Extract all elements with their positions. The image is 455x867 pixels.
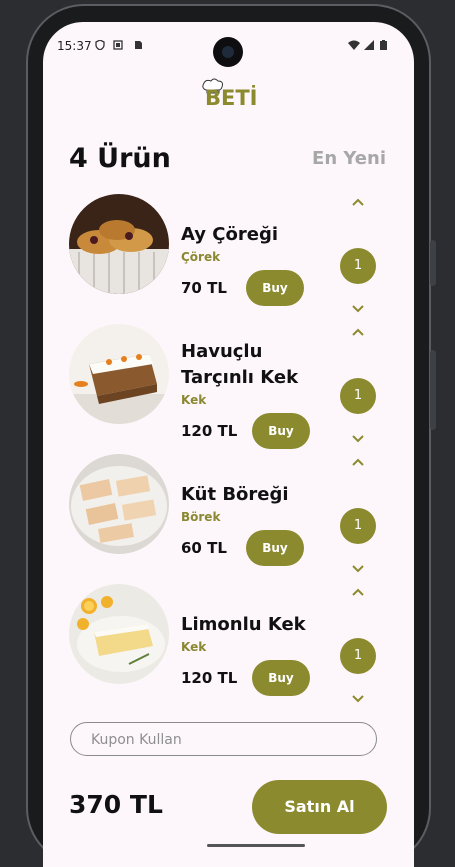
product-item: Limonlu Kek Kek 120 TL Buy 1 [43,584,414,703]
product-price: 70 TL [181,279,227,297]
checkout-button[interactable]: Satın Al [252,780,387,834]
total-price: 370 TL [69,790,163,819]
product-category: Kek [181,393,207,407]
product-price: 60 TL [181,539,227,557]
quantity-badge: 1 [340,638,376,674]
buy-button[interactable]: Buy [246,270,304,306]
product-image [69,194,169,294]
quantity-badge: 1 [340,508,376,544]
buy-button[interactable]: Buy [252,413,310,449]
status-time: 15:37 [57,39,92,53]
product-image [69,584,169,684]
chevron-down-icon[interactable] [351,304,365,314]
product-image [69,454,169,554]
product-name: Havuçlu Tarçınlı Kek [181,341,299,388]
shield-icon [95,40,105,50]
chevron-up-icon[interactable] [351,587,365,597]
sort-selector[interactable]: En Yeni [312,148,386,169]
product-price: 120 TL [181,422,238,440]
logo-text: BETİ [205,86,258,110]
product-count: 4 Ürün [69,143,171,174]
product-name: Küt Böreği [181,484,289,505]
buy-button[interactable]: Buy [252,660,310,696]
product-item: Küt Böreği Börek 60 TL Buy 1 [43,454,414,573]
volume-button [430,350,436,430]
power-button [430,240,436,286]
app-screen: 15:37 BETİ 4 Ürün En Yeni Ay Çöreği Çöre… [43,22,414,867]
battery-icon [380,40,387,50]
sd-card-icon [135,41,142,49]
coupon-field [70,722,377,756]
signal-icon [364,40,374,50]
product-item: Havuçlu Tarçınlı Kek Kek 120 TL Buy 1 [43,324,414,449]
product-image [69,324,169,424]
chevron-down-icon[interactable] [351,434,365,444]
chevron-down-icon[interactable] [351,564,365,574]
home-indicator[interactable] [207,844,305,847]
chevron-down-icon[interactable] [351,694,365,704]
chevron-up-icon[interactable] [351,197,365,207]
buy-button[interactable]: Buy [246,530,304,566]
product-name: Ay Çöreği [181,224,279,245]
quantity-badge: 1 [340,248,376,284]
screen-cast-icon [113,40,123,50]
chevron-up-icon[interactable] [351,457,365,467]
wifi-icon [348,40,360,50]
app-logo: BETİ [201,78,261,112]
product-category: Börek [181,510,221,524]
product-category: Çörek [181,250,221,264]
front-camera [213,37,243,67]
product-price: 120 TL [181,669,238,687]
chevron-up-icon[interactable] [351,327,365,337]
product-category: Kek [181,640,207,654]
product-item: Ay Çöreği Çörek 70 TL Buy 1 [43,194,414,313]
coupon-input[interactable] [89,731,363,749]
quantity-badge: 1 [340,378,376,414]
product-name: Limonlu Kek [181,614,306,635]
